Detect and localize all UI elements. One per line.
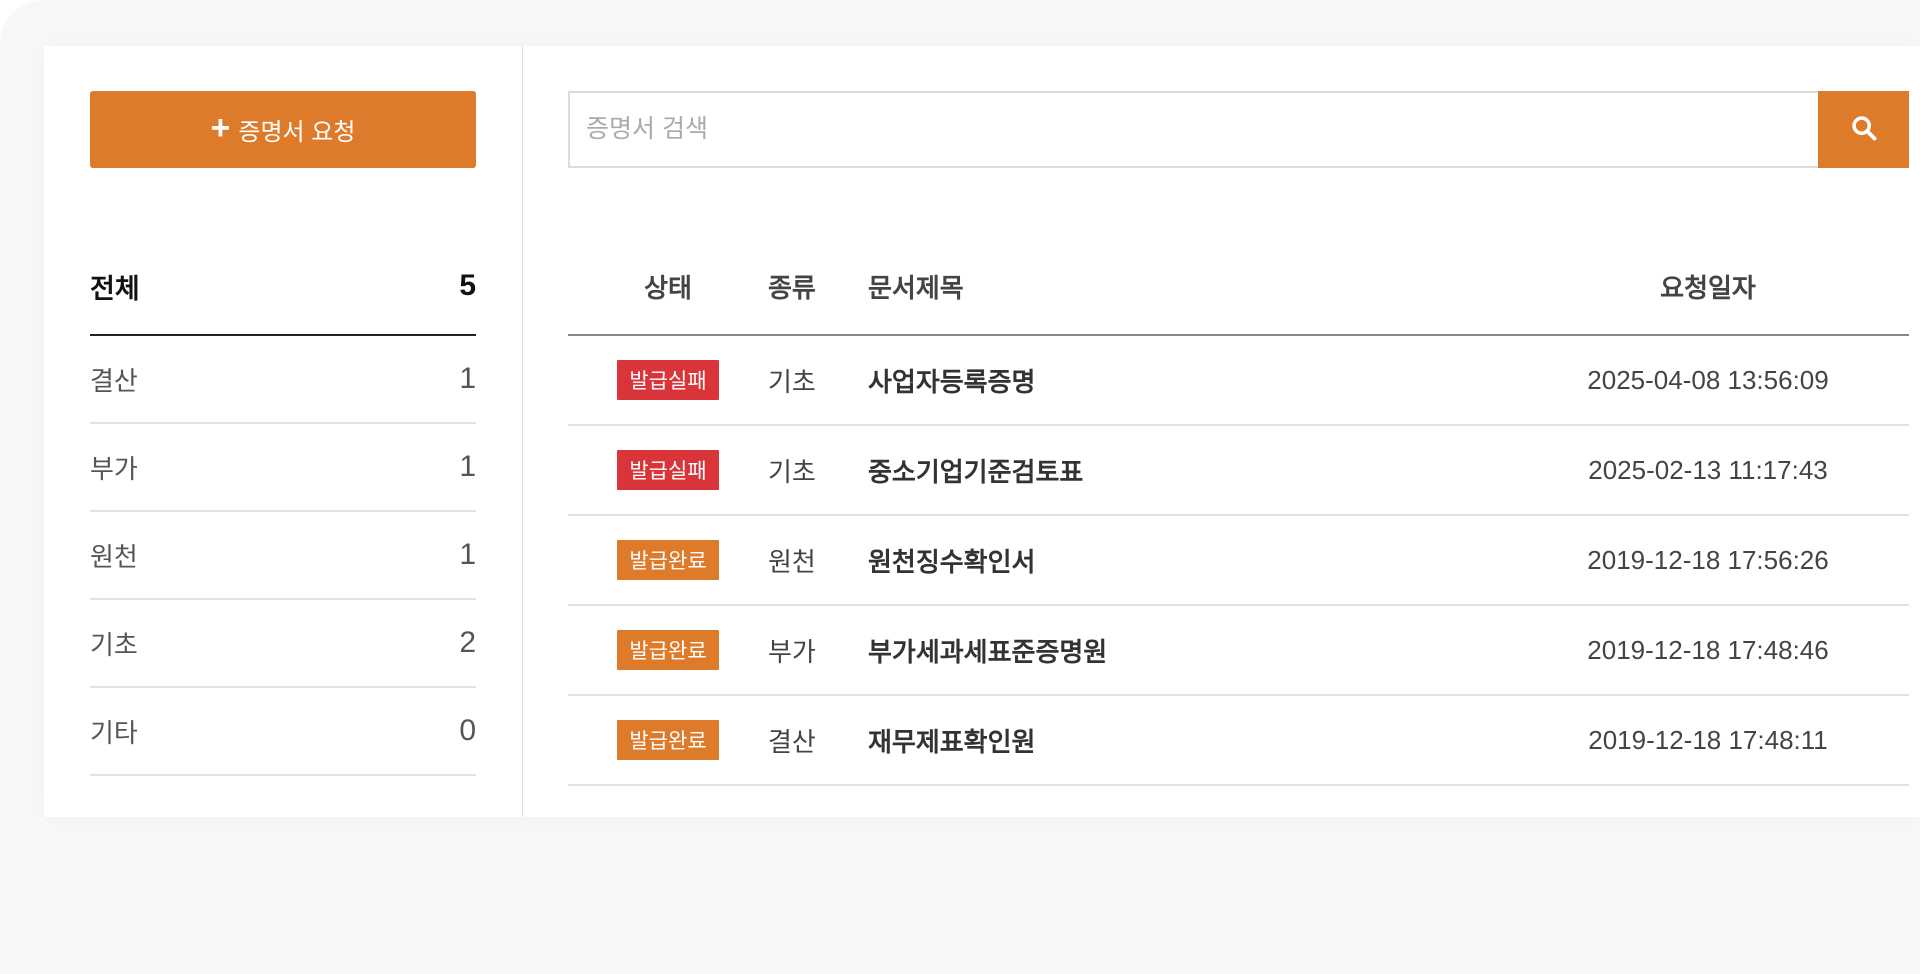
table-row[interactable]: 발급실패 기초 중소기업기준검토표 2025-02-13 11:17:43 — [568, 426, 1909, 516]
category-item-vat[interactable]: 부가 1 — [90, 424, 476, 512]
row-type: 결산 — [768, 726, 816, 757]
category-label: 기타 — [90, 717, 138, 748]
search-button[interactable] — [1818, 91, 1909, 168]
header-title: 문서제목 — [868, 272, 964, 303]
main-panel: 상태 종류 문서제목 요청일자 발급실패 기초 사업자등록증명 2025-04-… — [568, 46, 1920, 817]
category-label: 결산 — [90, 365, 138, 396]
row-title: 원천징수확인서 — [868, 546, 1036, 577]
header-status: 상태 — [644, 272, 692, 303]
category-count: 1 — [459, 538, 476, 571]
table-row[interactable]: 발급완료 원천 원천징수확인서 2019-12-18 17:56:26 — [568, 516, 1909, 606]
row-date: 2019-12-18 17:48:11 — [1588, 724, 1828, 755]
category-item-all[interactable]: 전체 5 — [90, 244, 476, 336]
category-list: 전체 5 결산 1 부가 1 원천 1 기초 2 기타 0 — [90, 244, 476, 776]
search-input[interactable] — [568, 91, 1818, 168]
page-background: + 증명서 요청 전체 5 결산 1 부가 1 원천 1 기초 2 기타 0 증… — [0, 0, 1920, 974]
category-item-other[interactable]: 기타 0 — [90, 688, 476, 776]
category-label: 전체 — [90, 273, 140, 304]
request-certificate-label: 증명서 요청 — [238, 119, 356, 146]
request-certificate-button[interactable]: + 증명서 요청 — [90, 91, 476, 168]
category-count: 5 — [459, 269, 476, 302]
row-type: 기초 — [768, 366, 816, 397]
category-count: 0 — [459, 714, 476, 747]
row-title: 중소기업기준검토표 — [868, 456, 1084, 487]
category-item-withholding[interactable]: 원천 1 — [90, 512, 476, 600]
status-badge: 발급실패 — [617, 450, 719, 490]
row-title: 부가세과세표준증명원 — [868, 636, 1108, 667]
table-row[interactable]: 발급실패 기초 사업자등록증명 2025-04-08 13:56:09 — [568, 336, 1909, 426]
table-header: 상태 종류 문서제목 요청일자 — [568, 244, 1909, 336]
row-type: 원천 — [768, 546, 816, 577]
category-count: 1 — [459, 362, 476, 395]
category-label: 부가 — [90, 453, 138, 484]
category-count: 2 — [459, 626, 476, 659]
table-row[interactable]: 발급완료 부가 부가세과세표준증명원 2019-12-18 17:48:46 — [568, 606, 1909, 696]
category-item-basic[interactable]: 기초 2 — [90, 600, 476, 688]
category-label: 기초 — [90, 629, 138, 660]
category-label: 원천 — [90, 541, 138, 572]
row-date: 2025-02-13 11:17:43 — [1588, 454, 1828, 485]
certificate-table: 상태 종류 문서제목 요청일자 발급실패 기초 사업자등록증명 2025-04-… — [568, 244, 1909, 786]
category-item-settlement[interactable]: 결산 1 — [90, 336, 476, 424]
header-date: 요청일자 — [1660, 272, 1756, 303]
status-badge: 발급완료 — [617, 720, 719, 760]
row-date: 2025-04-08 13:56:09 — [1587, 364, 1829, 395]
row-title: 재무제표확인원 — [868, 726, 1036, 757]
row-title: 사업자등록증명 — [868, 366, 1036, 397]
row-type: 기초 — [768, 456, 816, 487]
row-type: 부가 — [768, 636, 816, 667]
search-icon — [1850, 114, 1878, 145]
status-badge: 발급실패 — [617, 360, 719, 400]
plus-icon: + — [210, 109, 231, 147]
status-badge: 발급완료 — [617, 540, 719, 580]
row-date: 2019-12-18 17:48:46 — [1587, 634, 1829, 665]
sidebar: + 증명서 요청 전체 5 결산 1 부가 1 원천 1 기초 2 기타 0 — [44, 46, 523, 817]
row-date: 2019-12-18 17:56:26 — [1587, 544, 1829, 575]
content-card: + 증명서 요청 전체 5 결산 1 부가 1 원천 1 기초 2 기타 0 증… — [44, 46, 1920, 817]
status-badge: 발급완료 — [617, 630, 719, 670]
header-type: 종류 — [768, 272, 816, 303]
table-row[interactable]: 발급완료 결산 재무제표확인원 2019-12-18 17:48:11 — [568, 696, 1909, 786]
category-count: 1 — [459, 450, 476, 483]
search-bar — [568, 91, 1909, 168]
